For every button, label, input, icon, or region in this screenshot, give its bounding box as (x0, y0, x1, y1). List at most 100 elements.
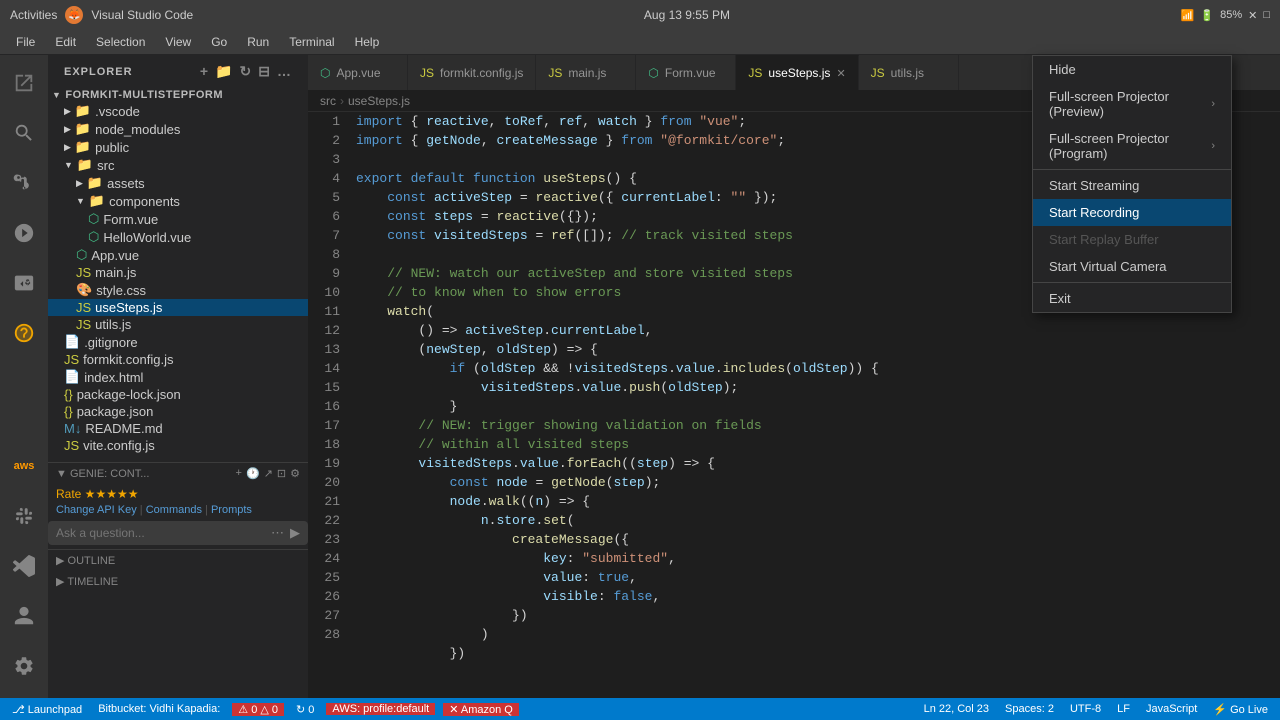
status-language[interactable]: JavaScript (1142, 703, 1201, 715)
status-spaces[interactable]: Spaces: 2 (1001, 703, 1058, 715)
status-sync[interactable]: ↻ 0 (292, 703, 318, 716)
menu-run[interactable]: Run (239, 33, 277, 51)
genie-prompts[interactable]: Prompts (211, 504, 252, 516)
fullscreen-program-label: Full-screen Projector (Program) (1049, 131, 1211, 161)
file-package-lock[interactable]: {} package-lock.json (48, 386, 308, 403)
activity-genie[interactable] (0, 309, 48, 357)
activity-account[interactable] (0, 592, 48, 640)
folder-node-modules[interactable]: ▶ 📁 node_modules (48, 120, 308, 138)
folder-public[interactable]: ▶ 📁 public (48, 138, 308, 156)
status-aws[interactable]: AWS: profile:default (326, 703, 435, 715)
menu-fullscreen-program[interactable]: Full-screen Projector (Program) › (1033, 125, 1231, 167)
folder-vscode[interactable]: ▶ 📁 .vscode (48, 102, 308, 120)
refresh-icon[interactable]: ↻ (240, 63, 253, 80)
status-branch[interactable]: ⎇ Launchpad (8, 703, 86, 716)
tab-close-usesteps[interactable]: ✕ (836, 67, 845, 80)
status-position[interactable]: Ln 22, Col 23 (920, 703, 993, 715)
tab-usesteps[interactable]: JS useSteps.js ✕ (736, 55, 858, 90)
status-eol[interactable]: LF (1113, 703, 1134, 715)
file-helloworld-vue[interactable]: ⬡ HelloWorld.vue (48, 228, 308, 246)
folder-icon-components: 📁 (89, 193, 105, 209)
file-usesteps-js-label: useSteps.js (95, 300, 162, 315)
genie-menu-icon[interactable]: ⋯ (271, 525, 284, 541)
genie-stop-icon[interactable]: ⊡ (277, 467, 286, 480)
genie-change-api[interactable]: Change API Key (56, 504, 137, 516)
menu-start-virtual-camera[interactable]: Start Virtual Camera (1033, 253, 1231, 280)
activity-explorer[interactable] (0, 59, 48, 107)
activity-source-control[interactable] (0, 159, 48, 207)
genie-commands[interactable]: Commands (146, 504, 202, 516)
file-style-css-label: style.css (96, 283, 146, 298)
file-readme-label: README.md (85, 421, 162, 436)
collapse-icon[interactable]: ⊟ (258, 63, 271, 80)
breadcrumb-file[interactable]: useSteps.js (348, 94, 410, 108)
menu-start-streaming[interactable]: Start Streaming (1033, 172, 1231, 199)
activity-slack[interactable] (0, 492, 48, 540)
maximize-icon[interactable]: □ (1263, 9, 1270, 21)
genie-add-icon[interactable]: + (236, 467, 242, 480)
breadcrumb-src[interactable]: src (320, 94, 336, 108)
genie-send-icon[interactable]: ▶ (290, 525, 300, 541)
new-file-icon[interactable]: + (200, 63, 209, 80)
menu-file[interactable]: File (8, 33, 43, 51)
menu-selection[interactable]: Selection (88, 33, 153, 51)
tab-utils[interactable]: JS utils.js (859, 55, 959, 90)
genie-input[interactable] (56, 526, 265, 540)
more-icon[interactable]: … (277, 63, 292, 80)
timeline-header[interactable]: ▶ TIMELINE (48, 571, 308, 592)
icon-package-lock: {} (64, 387, 73, 402)
file-main-js[interactable]: JS main.js (48, 264, 308, 281)
file-style-css[interactable]: 🎨 style.css (48, 281, 308, 299)
activity-run[interactable] (0, 209, 48, 257)
close-icon[interactable]: ✕ (1248, 9, 1257, 22)
activity-bar: aws (0, 55, 48, 698)
tab-formkit-config[interactable]: JS formkit.config.js (408, 55, 536, 90)
file-app-vue[interactable]: ⬡ App.vue (48, 246, 308, 264)
outline-header[interactable]: ▶ OUTLINE (48, 549, 308, 571)
file-usesteps-js[interactable]: JS useSteps.js (48, 299, 308, 316)
status-amazon-q[interactable]: ✕ Amazon Q (443, 703, 519, 716)
activity-aws[interactable]: aws (0, 442, 48, 490)
tab-main-js[interactable]: JS main.js (536, 55, 636, 90)
tab-form-vue[interactable]: ⬡ Form.vue (636, 55, 736, 90)
status-errors[interactable]: ⚠ 0 △ 0 (232, 703, 284, 716)
file-utils-js[interactable]: JS utils.js (48, 316, 308, 333)
activity-settings[interactable] (0, 642, 48, 690)
folder-components[interactable]: ▼ 📁 components (48, 192, 308, 210)
file-readme[interactable]: M↓ README.md (48, 420, 308, 437)
root-chevron: ▼ (52, 90, 61, 100)
file-form-vue[interactable]: ⬡ Form.vue (48, 210, 308, 228)
menu-fullscreen-preview[interactable]: Full-screen Projector (Preview) › (1033, 83, 1231, 125)
menu-edit[interactable]: Edit (47, 33, 84, 51)
file-vite-config[interactable]: JS vite.config.js (48, 437, 308, 454)
file-index-html[interactable]: 📄 index.html (48, 368, 308, 386)
activity-search[interactable] (0, 109, 48, 157)
tab-app-vue[interactable]: ⬡ App.vue (308, 55, 408, 90)
project-root[interactable]: ▼ FORMKIT-MULTISTEPFORM (48, 88, 308, 102)
genie-history-icon[interactable]: 🕐 (246, 467, 260, 480)
menu-go[interactable]: Go (203, 33, 235, 51)
status-bitbucket[interactable]: Bitbucket: Vidhi Kapadia: (94, 703, 224, 715)
datetime: Aug 13 9:55 PM (644, 8, 730, 22)
activities-label[interactable]: Activities (10, 8, 57, 22)
new-folder-icon[interactable]: 📁 (215, 63, 233, 80)
menu-hide[interactable]: Hide (1033, 56, 1231, 83)
genie-settings-icon[interactable]: ⚙ (290, 467, 300, 480)
file-package-lock-label: package-lock.json (77, 387, 181, 402)
folder-src[interactable]: ▼ 📁 src (48, 156, 308, 174)
activity-vscode-icon[interactable] (0, 542, 48, 590)
menu-start-recording[interactable]: Start Recording (1033, 199, 1231, 226)
activity-extensions[interactable] (0, 259, 48, 307)
status-encoding[interactable]: UTF-8 (1066, 703, 1105, 715)
genie-panel-header[interactable]: ▼ GENIE: CONT... + 🕐 ↗ ⊡ ⚙ (48, 463, 308, 484)
menu-help[interactable]: Help (347, 33, 388, 51)
menu-view[interactable]: View (157, 33, 199, 51)
file-formkit-config[interactable]: JS formkit.config.js (48, 351, 308, 368)
file-gitignore[interactable]: 📄 .gitignore (48, 333, 308, 351)
file-package-json[interactable]: {} package.json (48, 403, 308, 420)
menu-terminal[interactable]: Terminal (281, 33, 342, 51)
folder-assets[interactable]: ▶ 📁 assets (48, 174, 308, 192)
menu-exit[interactable]: Exit (1033, 285, 1231, 312)
genie-export-icon[interactable]: ↗ (264, 467, 273, 480)
status-golive[interactable]: ⚡ Go Live (1209, 703, 1272, 716)
